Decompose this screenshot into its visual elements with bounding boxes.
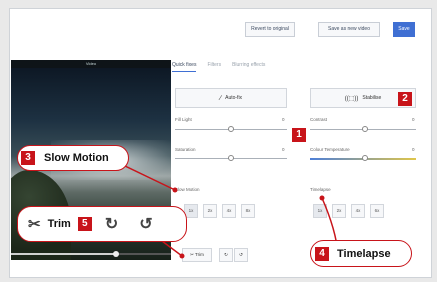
redo-callout-icon: ↻: [104, 216, 119, 233]
trim-dot: [179, 253, 185, 259]
callout-badge-2: 2: [398, 92, 412, 106]
trim-callout: ✂ Trim 5 ↻ ↺: [17, 206, 187, 242]
scissors-callout-icon: ✂: [28, 216, 41, 233]
slow-motion-connector: [124, 165, 176, 191]
slow-motion-dot: [172, 187, 178, 193]
slow-motion-callout-label: Slow Motion: [44, 152, 109, 164]
screenshot-frame: Revert to original Save as new video Sav…: [0, 0, 437, 282]
undo-callout-icon: ↺: [139, 216, 153, 233]
callout-badge-3: 3: [21, 151, 35, 165]
timelapse-dot: [319, 195, 325, 201]
trim-callout-label: Trim: [47, 218, 71, 230]
callout-badge-4: 4: [315, 247, 329, 261]
callout-badge-1: 1: [292, 128, 306, 142]
callout-badge-5: 5: [77, 217, 92, 231]
timelapse-callout-label: Timelapse: [337, 247, 391, 260]
